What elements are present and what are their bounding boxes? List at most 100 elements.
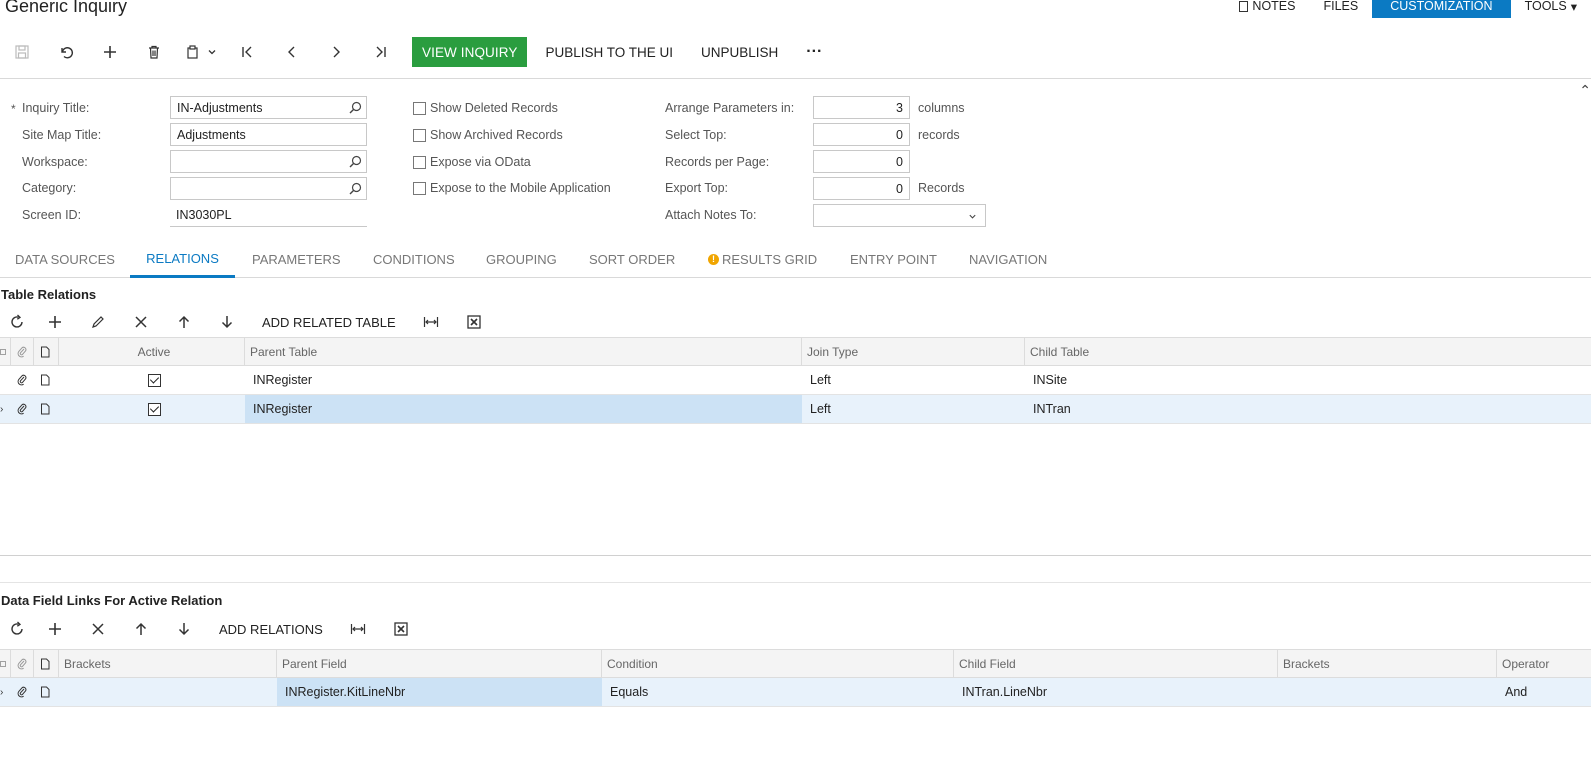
- col-condition[interactable]: Condition: [602, 650, 954, 677]
- publish-button[interactable]: PUBLISH TO THE UI: [531, 37, 687, 67]
- last-record-button[interactable]: [358, 36, 402, 68]
- prev-record-button[interactable]: [270, 36, 314, 68]
- category-input[interactable]: [170, 177, 367, 200]
- move-down-button[interactable]: [205, 308, 248, 336]
- customization-button[interactable]: CUSTOMIZATION: [1372, 0, 1511, 18]
- add-button[interactable]: [88, 36, 132, 68]
- child-table-cell[interactable]: INTran: [1025, 395, 1591, 423]
- attach-notes-select[interactable]: [813, 204, 986, 227]
- add-related-table-button[interactable]: ADD RELATED TABLE: [248, 315, 410, 330]
- tab-relations[interactable]: RELATIONS: [130, 241, 235, 278]
- view-inquiry-button[interactable]: VIEW INQUIRY: [412, 37, 528, 67]
- edit-button[interactable]: [76, 308, 119, 336]
- search-icon[interactable]: [349, 101, 362, 114]
- checkbox[interactable]: [413, 101, 426, 115]
- note-icon[interactable]: [34, 395, 59, 423]
- search-icon[interactable]: [349, 182, 362, 195]
- attachment-icon[interactable]: [11, 678, 34, 706]
- condition-cell[interactable]: Equals: [602, 678, 954, 706]
- tab-data-sources[interactable]: DATA SOURCES: [15, 241, 115, 278]
- select-top-input[interactable]: 0: [813, 123, 910, 146]
- child-table-cell[interactable]: INSite: [1025, 366, 1591, 394]
- col-join-type[interactable]: Join Type: [802, 338, 1025, 365]
- export-excel-button[interactable]: [453, 308, 496, 336]
- more-button[interactable]: ···: [792, 37, 836, 67]
- undo-button[interactable]: [44, 36, 88, 68]
- delete-row-button[interactable]: [76, 615, 119, 643]
- save-button[interactable]: [0, 36, 44, 68]
- col-child-table[interactable]: Child Table: [1025, 338, 1591, 365]
- checked-checkbox[interactable]: [148, 402, 161, 416]
- search-icon[interactable]: [349, 155, 362, 168]
- active-checkbox[interactable]: [59, 366, 245, 394]
- parent-field-cell[interactable]: INRegister.KitLineNbr: [277, 678, 602, 706]
- col-parent-field[interactable]: Parent Field: [277, 650, 602, 677]
- delete-row-button[interactable]: [119, 308, 162, 336]
- files-button[interactable]: FILES: [1309, 0, 1372, 18]
- child-field-cell[interactable]: INTran.LineNbr: [954, 678, 1278, 706]
- show-deleted-checkbox[interactable]: Show Deleted Records: [413, 101, 558, 115]
- unpublish-button[interactable]: UNPUBLISH: [687, 37, 792, 67]
- add-row-button[interactable]: [33, 308, 76, 336]
- panel-splitter[interactable]: [0, 555, 1591, 556]
- tab-navigation[interactable]: NAVIGATION: [969, 241, 1047, 278]
- arrange-params-input[interactable]: 3: [813, 96, 910, 119]
- col-operator[interactable]: Operator: [1497, 650, 1591, 677]
- checkbox[interactable]: [413, 155, 426, 169]
- inquiry-title-input[interactable]: IN-Adjustments: [170, 96, 367, 119]
- expose-odata-checkbox[interactable]: Expose via OData: [413, 155, 531, 169]
- tab-entry-point[interactable]: ENTRY POINT: [850, 241, 937, 278]
- site-map-title-input[interactable]: Adjustments: [170, 123, 367, 146]
- tab-parameters[interactable]: PARAMETERS: [252, 241, 341, 278]
- checked-checkbox[interactable]: [148, 373, 161, 387]
- export-excel-button[interactable]: [380, 615, 423, 643]
- join-type-cell[interactable]: Left: [802, 395, 1025, 423]
- delete-button[interactable]: [132, 36, 176, 68]
- active-checkbox[interactable]: [59, 395, 245, 423]
- tab-grouping[interactable]: GROUPING: [486, 241, 557, 278]
- table-row[interactable]: › INRegister Left INTran: [0, 395, 1591, 424]
- workspace-input[interactable]: [170, 150, 367, 173]
- table-row[interactable]: › INRegister.KitLineNbr Equals INTran.Li…: [0, 678, 1591, 707]
- first-record-button[interactable]: [226, 36, 270, 68]
- expose-mobile-checkbox[interactable]: Expose to the Mobile Application: [413, 181, 611, 195]
- parent-table-cell[interactable]: INRegister: [245, 366, 802, 394]
- move-up-button[interactable]: [162, 308, 205, 336]
- checkbox[interactable]: [413, 128, 426, 142]
- parent-table-cell[interactable]: INRegister: [245, 395, 802, 423]
- attachment-icon[interactable]: [11, 366, 34, 394]
- clipboard-button[interactable]: [176, 36, 226, 68]
- tab-sort-order[interactable]: SORT ORDER: [589, 241, 675, 278]
- collapse-icon[interactable]: ⌃: [1579, 82, 1591, 99]
- next-record-button[interactable]: [314, 36, 358, 68]
- brackets-2-cell[interactable]: [1278, 678, 1497, 706]
- brackets-cell[interactable]: [59, 678, 277, 706]
- move-up-button[interactable]: [119, 615, 162, 643]
- table-row[interactable]: INRegister Left INSite: [0, 366, 1591, 395]
- col-parent-table[interactable]: Parent Table: [245, 338, 802, 365]
- note-icon[interactable]: [34, 678, 59, 706]
- records-per-page-input[interactable]: 0: [813, 150, 910, 173]
- col-child-field[interactable]: Child Field: [954, 650, 1278, 677]
- refresh-button[interactable]: [0, 308, 33, 336]
- add-relations-button[interactable]: ADD RELATIONS: [205, 622, 337, 637]
- tools-button[interactable]: TOOLS ▾: [1511, 0, 1591, 18]
- tab-conditions[interactable]: CONDITIONS: [373, 241, 455, 278]
- attachment-icon[interactable]: [11, 395, 34, 423]
- tab-results-grid[interactable]: ! RESULTS GRID: [708, 241, 817, 278]
- show-archived-checkbox[interactable]: Show Archived Records: [413, 128, 563, 142]
- col-active[interactable]: Active: [59, 338, 245, 365]
- notes-button[interactable]: NOTES: [1225, 0, 1309, 18]
- export-top-input[interactable]: 0: [813, 177, 910, 200]
- operator-cell[interactable]: And: [1497, 678, 1591, 706]
- col-brackets-2[interactable]: Brackets: [1278, 650, 1497, 677]
- checkbox[interactable]: [413, 181, 426, 195]
- fit-columns-button[interactable]: [337, 615, 380, 643]
- col-brackets[interactable]: Brackets: [59, 650, 277, 677]
- note-icon[interactable]: [34, 366, 59, 394]
- refresh-button[interactable]: [0, 615, 33, 643]
- add-row-button[interactable]: [33, 615, 76, 643]
- join-type-cell[interactable]: Left: [802, 366, 1025, 394]
- fit-columns-button[interactable]: [410, 308, 453, 336]
- move-down-button[interactable]: [162, 615, 205, 643]
